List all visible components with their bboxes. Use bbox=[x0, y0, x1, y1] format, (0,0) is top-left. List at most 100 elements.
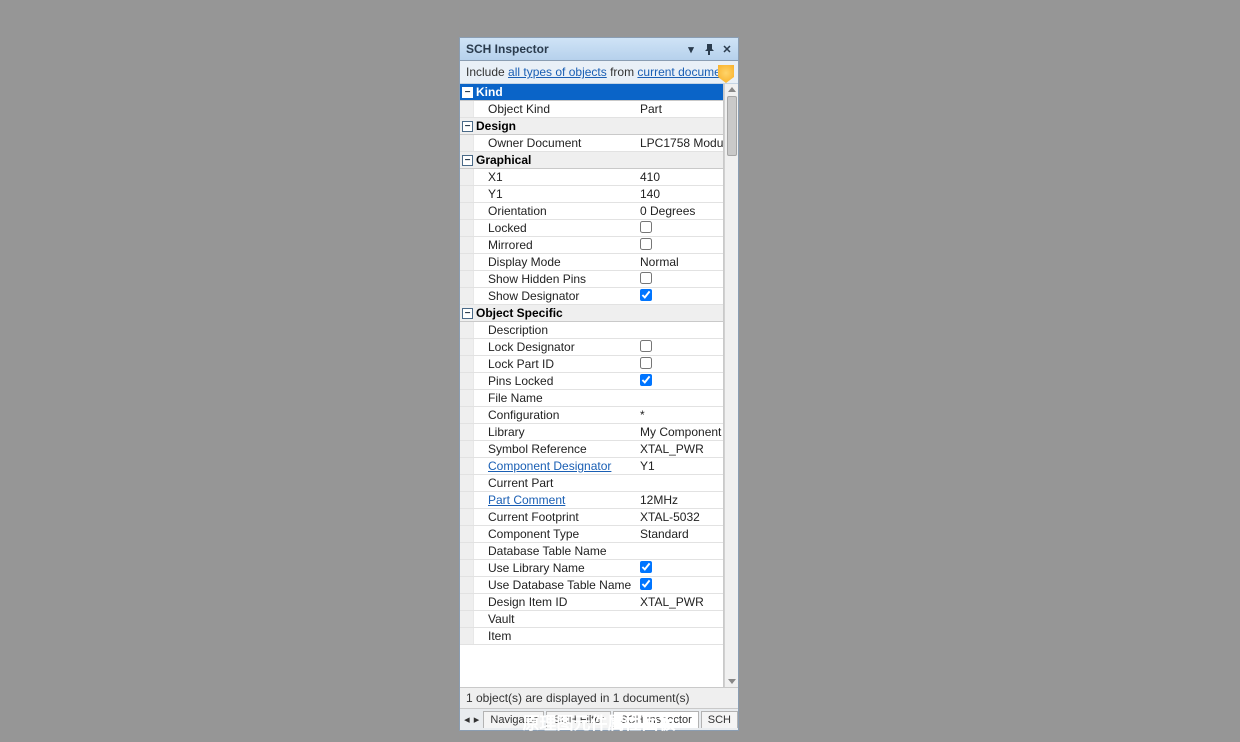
property-tree: −KindObject KindPart−DesignOwner Documen… bbox=[460, 84, 724, 687]
property-value[interactable]: LPC1758 Modul bbox=[638, 136, 723, 150]
property-value[interactable]: Normal bbox=[638, 255, 723, 269]
property-row[interactable]: Use Library Name bbox=[460, 560, 723, 577]
property-row[interactable]: Vault bbox=[460, 611, 723, 628]
property-row[interactable]: Current Part bbox=[460, 475, 723, 492]
property-value[interactable]: 140 bbox=[638, 187, 723, 201]
property-value[interactable]: Y1 bbox=[638, 459, 723, 473]
property-value[interactable]: XTAL_PWR bbox=[638, 442, 723, 456]
property-row[interactable]: Configuration* bbox=[460, 407, 723, 424]
property-value[interactable]: My Component bbox=[638, 425, 723, 439]
dropdown-icon[interactable]: ▾ bbox=[684, 42, 698, 56]
property-label: Owner Document bbox=[474, 136, 638, 150]
property-value[interactable]: 410 bbox=[638, 170, 723, 184]
property-row[interactable]: Pins Locked bbox=[460, 373, 723, 390]
property-row[interactable]: Part Comment12MHz bbox=[460, 492, 723, 509]
property-label: Object Kind bbox=[474, 102, 638, 116]
property-checkbox[interactable] bbox=[640, 561, 652, 573]
filter-infobar: Include all types of objects from curren… bbox=[460, 61, 738, 84]
property-row[interactable]: Show Hidden Pins bbox=[460, 271, 723, 288]
property-label: Current Part bbox=[474, 476, 638, 490]
group-label: Object Specific bbox=[476, 306, 563, 320]
property-row[interactable]: Orientation0 Degrees bbox=[460, 203, 723, 220]
property-checkbox[interactable] bbox=[640, 289, 652, 301]
row-indent bbox=[460, 203, 474, 219]
row-indent bbox=[460, 373, 474, 389]
property-value[interactable]: Part bbox=[638, 102, 723, 116]
property-label: Pins Locked bbox=[474, 374, 638, 388]
scope-filter-link[interactable]: current document bbox=[637, 65, 730, 79]
property-row[interactable]: Symbol ReferenceXTAL_PWR bbox=[460, 441, 723, 458]
property-value bbox=[638, 374, 723, 389]
property-label: Symbol Reference bbox=[474, 442, 638, 456]
property-row[interactable]: Lock Part ID bbox=[460, 356, 723, 373]
group-header[interactable]: −Design bbox=[460, 118, 723, 135]
property-row[interactable]: File Name bbox=[460, 390, 723, 407]
property-label: Current Footprint bbox=[474, 510, 638, 524]
row-indent bbox=[460, 475, 474, 491]
property-label: Database Table Name bbox=[474, 544, 638, 558]
property-row[interactable]: Lock Designator bbox=[460, 339, 723, 356]
vertical-scrollbar[interactable] bbox=[724, 84, 738, 687]
infobar-prefix: Include bbox=[466, 65, 508, 79]
pin-icon[interactable] bbox=[702, 42, 716, 56]
collapse-icon[interactable]: − bbox=[462, 87, 473, 98]
scrollbar-thumb[interactable] bbox=[727, 96, 737, 156]
property-value[interactable]: XTAL-5032 bbox=[638, 510, 723, 524]
property-value[interactable]: XTAL_PWR bbox=[638, 595, 723, 609]
property-row[interactable]: Show Designator bbox=[460, 288, 723, 305]
property-checkbox[interactable] bbox=[640, 578, 652, 590]
property-checkbox[interactable] bbox=[640, 272, 652, 284]
row-indent bbox=[460, 441, 474, 457]
row-indent bbox=[460, 186, 474, 202]
property-value bbox=[638, 272, 723, 287]
property-checkbox[interactable] bbox=[640, 374, 652, 386]
close-icon[interactable]: ✕ bbox=[720, 42, 734, 56]
property-label-link[interactable]: Part Comment bbox=[474, 493, 638, 507]
property-row[interactable]: Component TypeStandard bbox=[460, 526, 723, 543]
collapse-icon[interactable]: − bbox=[462, 308, 473, 319]
property-row[interactable]: Y1140 bbox=[460, 186, 723, 203]
objects-filter-link[interactable]: all types of objects bbox=[508, 65, 607, 79]
property-row[interactable]: Use Database Table Name bbox=[460, 577, 723, 594]
property-row[interactable]: Description bbox=[460, 322, 723, 339]
property-row[interactable]: Owner DocumentLPC1758 Modul bbox=[460, 135, 723, 152]
property-row[interactable]: Object KindPart bbox=[460, 101, 723, 118]
row-indent bbox=[460, 628, 474, 644]
property-row[interactable]: Design Item IDXTAL_PWR bbox=[460, 594, 723, 611]
property-checkbox[interactable] bbox=[640, 221, 652, 233]
property-row[interactable]: Item bbox=[460, 628, 723, 645]
property-value[interactable]: Standard bbox=[638, 527, 723, 541]
row-indent bbox=[460, 458, 474, 474]
panel-titlebar: SCH Inspector ▾ ✕ bbox=[460, 38, 738, 61]
property-row[interactable]: X1410 bbox=[460, 169, 723, 186]
property-label-link[interactable]: Component Designator bbox=[474, 459, 638, 473]
property-row[interactable]: Display ModeNormal bbox=[460, 254, 723, 271]
property-label: Description bbox=[474, 323, 638, 337]
property-row[interactable]: Current FootprintXTAL-5032 bbox=[460, 509, 723, 526]
property-checkbox[interactable] bbox=[640, 238, 652, 250]
property-checkbox[interactable] bbox=[640, 340, 652, 352]
image-caption: 原理图元件属性面板 bbox=[459, 709, 739, 734]
property-value[interactable]: * bbox=[638, 408, 723, 422]
group-header[interactable]: −Graphical bbox=[460, 152, 723, 169]
property-row[interactable]: Mirrored bbox=[460, 237, 723, 254]
property-row[interactable]: Database Table Name bbox=[460, 543, 723, 560]
collapse-icon[interactable]: − bbox=[462, 155, 473, 166]
property-label: Locked bbox=[474, 221, 638, 235]
property-row[interactable]: Locked bbox=[460, 220, 723, 237]
property-value[interactable]: 12MHz bbox=[638, 493, 723, 507]
property-row[interactable]: LibraryMy Component bbox=[460, 424, 723, 441]
property-label: File Name bbox=[474, 391, 638, 405]
group-header[interactable]: −Object Specific bbox=[460, 305, 723, 322]
status-bar: 1 object(s) are displayed in 1 document(… bbox=[460, 687, 738, 708]
group-header[interactable]: −Kind bbox=[460, 84, 723, 101]
property-value bbox=[638, 221, 723, 236]
property-checkbox[interactable] bbox=[640, 357, 652, 369]
collapse-icon[interactable]: − bbox=[462, 121, 473, 132]
property-row[interactable]: Component DesignatorY1 bbox=[460, 458, 723, 475]
row-indent bbox=[460, 169, 474, 185]
property-label: Lock Designator bbox=[474, 340, 638, 354]
property-value[interactable]: 0 Degrees bbox=[638, 204, 723, 218]
row-indent bbox=[460, 407, 474, 423]
property-label: Component Type bbox=[474, 527, 638, 541]
